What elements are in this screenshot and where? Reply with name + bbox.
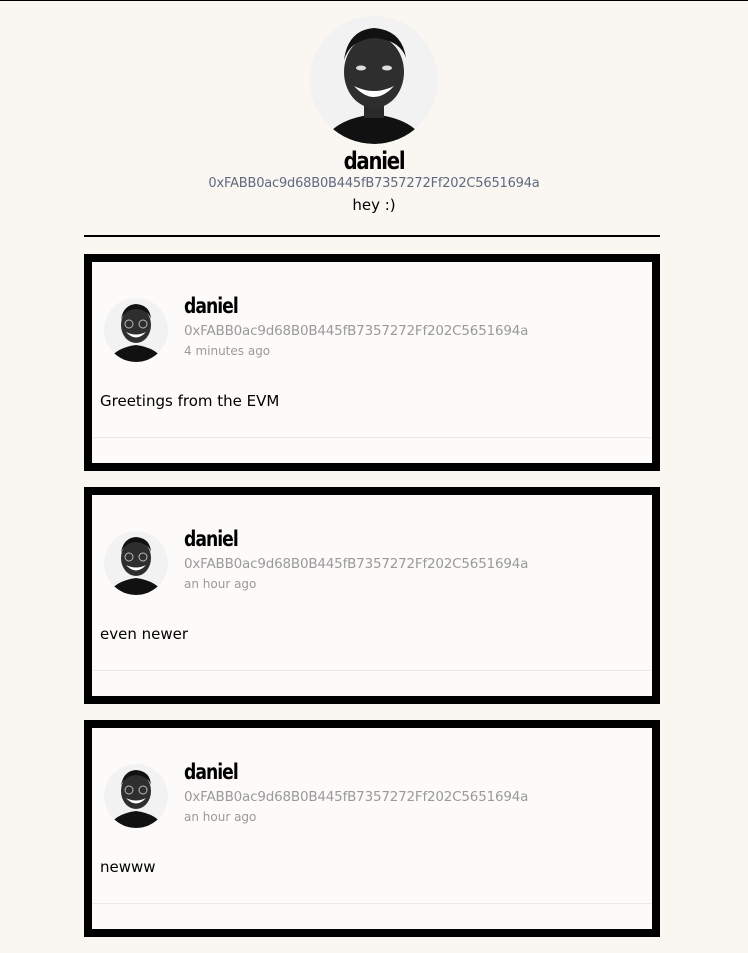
post-author-name[interactable]: daniel xyxy=(184,527,569,551)
profile-bio: hey :) xyxy=(352,196,396,214)
post-author-name[interactable]: daniel xyxy=(184,294,569,318)
post-author-address[interactable]: 0xFABB0ac9d68B0B445fB7357272Ff202C565169… xyxy=(184,553,654,575)
post-author-address[interactable]: 0xFABB0ac9d68B0B445fB7357272Ff202C565169… xyxy=(184,320,654,342)
post-card[interactable]: daniel 0xFABB0ac9d68B0B445fB7357272Ff202… xyxy=(84,487,660,704)
author-avatar-icon[interactable] xyxy=(104,298,168,362)
post-timestamp: an hour ago xyxy=(184,577,257,591)
profile-divider xyxy=(84,235,660,237)
profile-name: daniel xyxy=(343,147,406,175)
author-avatar-icon[interactable] xyxy=(104,764,168,828)
post-footer-divider xyxy=(92,670,652,671)
profile-header: daniel 0xFABB0ac9d68B0B445fB7357272Ff202… xyxy=(0,16,748,214)
post-body: even newer xyxy=(100,625,189,643)
post-body: Greetings from the EVM xyxy=(100,392,280,410)
avatar-photo-icon xyxy=(310,16,438,144)
post-author-address[interactable]: 0xFABB0ac9d68B0B445fB7357272Ff202C565169… xyxy=(184,786,654,808)
post-timestamp: 4 minutes ago xyxy=(184,344,271,358)
post-footer-divider xyxy=(92,903,652,904)
post-card[interactable]: daniel 0xFABB0ac9d68B0B445fB7357272Ff202… xyxy=(84,720,660,937)
post-card[interactable]: daniel 0xFABB0ac9d68B0B445fB7357272Ff202… xyxy=(84,254,660,471)
post-author-name[interactable]: daniel xyxy=(184,760,569,784)
profile-wallet-address[interactable]: 0xFABB0ac9d68B0B445fB7357272Ff202C565169… xyxy=(0,176,748,192)
top-border xyxy=(0,0,748,1)
post-timestamp: an hour ago xyxy=(184,810,257,824)
post-feed: daniel 0xFABB0ac9d68B0B445fB7357272Ff202… xyxy=(84,254,660,953)
post-footer-divider xyxy=(92,437,652,438)
post-body: newww xyxy=(100,858,156,876)
author-avatar-icon[interactable] xyxy=(104,531,168,595)
